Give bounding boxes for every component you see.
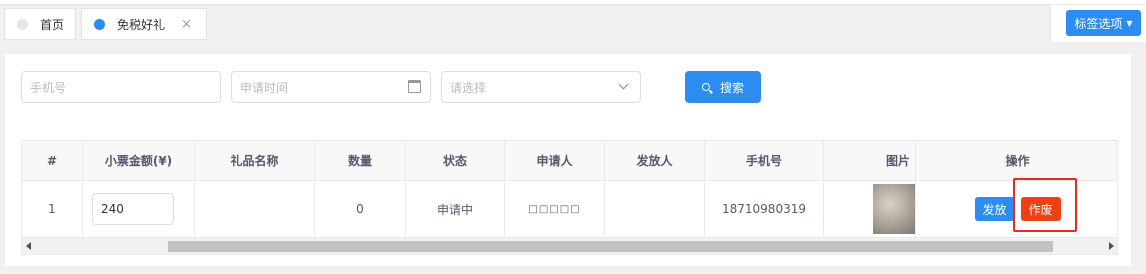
receipt-thumbnail[interactable] (873, 184, 915, 234)
amount-input[interactable]: 240 (92, 193, 174, 225)
scrollbar-thumb[interactable] (168, 241, 1053, 252)
header-applicant: 申请人 (505, 141, 605, 180)
horizontal-scrollbar[interactable] (22, 237, 1117, 254)
scroll-right-arrow-icon[interactable] (1109, 242, 1114, 250)
search-icon (701, 83, 710, 91)
header-amount: 小票金额(¥) (83, 141, 195, 180)
tab-home-label: 首页 (40, 17, 65, 32)
header-phone: 手机号 (705, 141, 824, 180)
search-button[interactable]: 搜索 (685, 71, 761, 103)
tab-gift-label: 免税好礼 (117, 17, 166, 32)
header-status: 状态 (406, 141, 505, 180)
tab-duty-free-gift[interactable]: 免税好礼 × (81, 8, 207, 40)
cell-applicant: □□□□□ (505, 181, 605, 237)
status-select[interactable]: 请选择 (441, 71, 641, 103)
cell-status: 申请中 (406, 181, 505, 237)
date-placeholder: 申请时间 (240, 80, 289, 95)
cell-index: 1 (22, 181, 83, 237)
close-icon[interactable]: × (181, 17, 192, 32)
table-header: # 小票金额(¥) 礼品名称 数量 状态 申请人 发放人 手机号 图片 操作 (22, 141, 1117, 181)
select-placeholder: 请选择 (450, 80, 487, 95)
header-quantity: 数量 (315, 141, 406, 180)
gift-table: # 小票金额(¥) 礼品名称 数量 状态 申请人 发放人 手机号 图片 操作 1… (21, 140, 1118, 255)
tag-options-button[interactable]: 标签选项 ▼ (1066, 10, 1141, 36)
tag-options-area: 标签选项 ▼ (1050, 5, 1146, 42)
phone-placeholder: 手机号 (30, 80, 67, 95)
header-index: # (22, 141, 83, 180)
tag-options-label: 标签选项 (1074, 16, 1123, 31)
caret-down-icon: ▼ (1126, 18, 1133, 28)
cell-gift-name (195, 181, 315, 237)
header-issuer: 发放人 (605, 141, 705, 180)
tab-home[interactable]: 首页 (4, 8, 76, 40)
tab-status-dot (17, 18, 28, 30)
table-body: 1 240 0 申请中 □□□□□ 18710980319 发放 作废 (22, 181, 1117, 237)
issue-button[interactable]: 发放 (974, 197, 1015, 221)
cell-issuer (605, 181, 705, 237)
cell-quantity: 0 (315, 181, 406, 237)
calendar-icon (408, 80, 421, 93)
scroll-left-arrow-icon[interactable] (26, 242, 31, 250)
tab-active-dot (94, 18, 105, 30)
tab-bar: 首页 免税好礼 × (0, 5, 1146, 43)
cell-image (824, 181, 916, 237)
phone-input[interactable]: 手机号 (21, 71, 221, 103)
apply-date-picker[interactable]: 申请时间 (231, 71, 431, 103)
header-actions: 操作 (1005, 154, 1030, 168)
highlight-box (1013, 178, 1077, 232)
cell-amount: 240 (83, 181, 195, 237)
header-gift-name: 礼品名称 (195, 141, 315, 180)
header-image: 图片 (824, 141, 916, 180)
cell-phone: 18710980319 (705, 181, 824, 237)
chevron-down-icon (618, 79, 629, 90)
search-label: 搜索 (719, 80, 744, 95)
